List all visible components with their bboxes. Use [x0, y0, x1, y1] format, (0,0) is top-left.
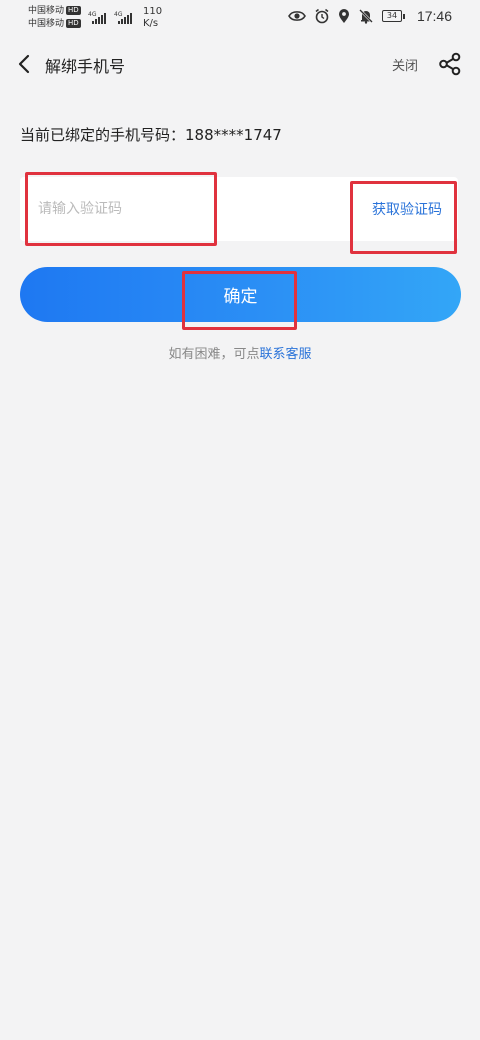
status-bar: 中国移动 HD 中国移动 HD 4G 4G 110 K/s 34 17:46: [0, 0, 480, 36]
back-button[interactable]: [12, 50, 36, 78]
hd-badge: HD: [66, 19, 81, 28]
battery-icon: 34: [381, 10, 405, 22]
carrier-2: 中国移动 HD: [28, 19, 81, 30]
network-speed-unit: K/s: [143, 18, 159, 29]
carrier-2-label: 中国移动: [28, 19, 65, 29]
battery-level: 34: [381, 10, 402, 22]
help-text: 如有困难，可点联系客服: [0, 343, 480, 362]
help-prefix: 如有困难，可点: [168, 347, 260, 362]
alarm-icon: [314, 8, 330, 24]
share-button[interactable]: [438, 52, 462, 76]
verification-code-input[interactable]: [20, 177, 320, 241]
confirm-button[interactable]: 确定: [20, 267, 461, 322]
bound-phone-number: 188****1747: [185, 126, 282, 144]
chevron-left-icon: [18, 54, 30, 74]
network-speed-value: 110: [143, 6, 163, 17]
bound-phone-info: 当前已绑定的手机号码：188****1747: [20, 124, 282, 145]
network-speed: 110 K/s: [143, 6, 162, 30]
get-code-button[interactable]: 获取验证码: [372, 199, 442, 219]
hd-badge: HD: [66, 6, 81, 15]
screen: 中国移动 HD 中国移动 HD 4G 4G 110 K/s 34 17:46 解…: [0, 0, 480, 1040]
signal-strength-2-icon: [118, 12, 132, 24]
share-icon: [439, 52, 461, 76]
carrier-1: 中国移动 HD: [28, 6, 81, 17]
close-button[interactable]: 关闭: [392, 55, 418, 74]
contact-support-link[interactable]: 联系客服: [260, 347, 312, 362]
clock: 17:46: [416, 8, 452, 24]
bound-phone-label: 当前已绑定的手机号码：: [20, 126, 186, 144]
location-icon: [338, 8, 350, 24]
signal-strength-1-icon: [92, 12, 106, 24]
header-bar: 解绑手机号 关闭: [0, 40, 480, 88]
bell-off-icon: [358, 8, 374, 24]
verification-code-row: 获取验证码: [20, 177, 458, 241]
status-icons: 34 17:46: [288, 8, 452, 24]
carrier-1-label: 中国移动: [28, 6, 65, 16]
page-title: 解绑手机号: [45, 57, 126, 76]
eye-icon: [288, 9, 306, 23]
